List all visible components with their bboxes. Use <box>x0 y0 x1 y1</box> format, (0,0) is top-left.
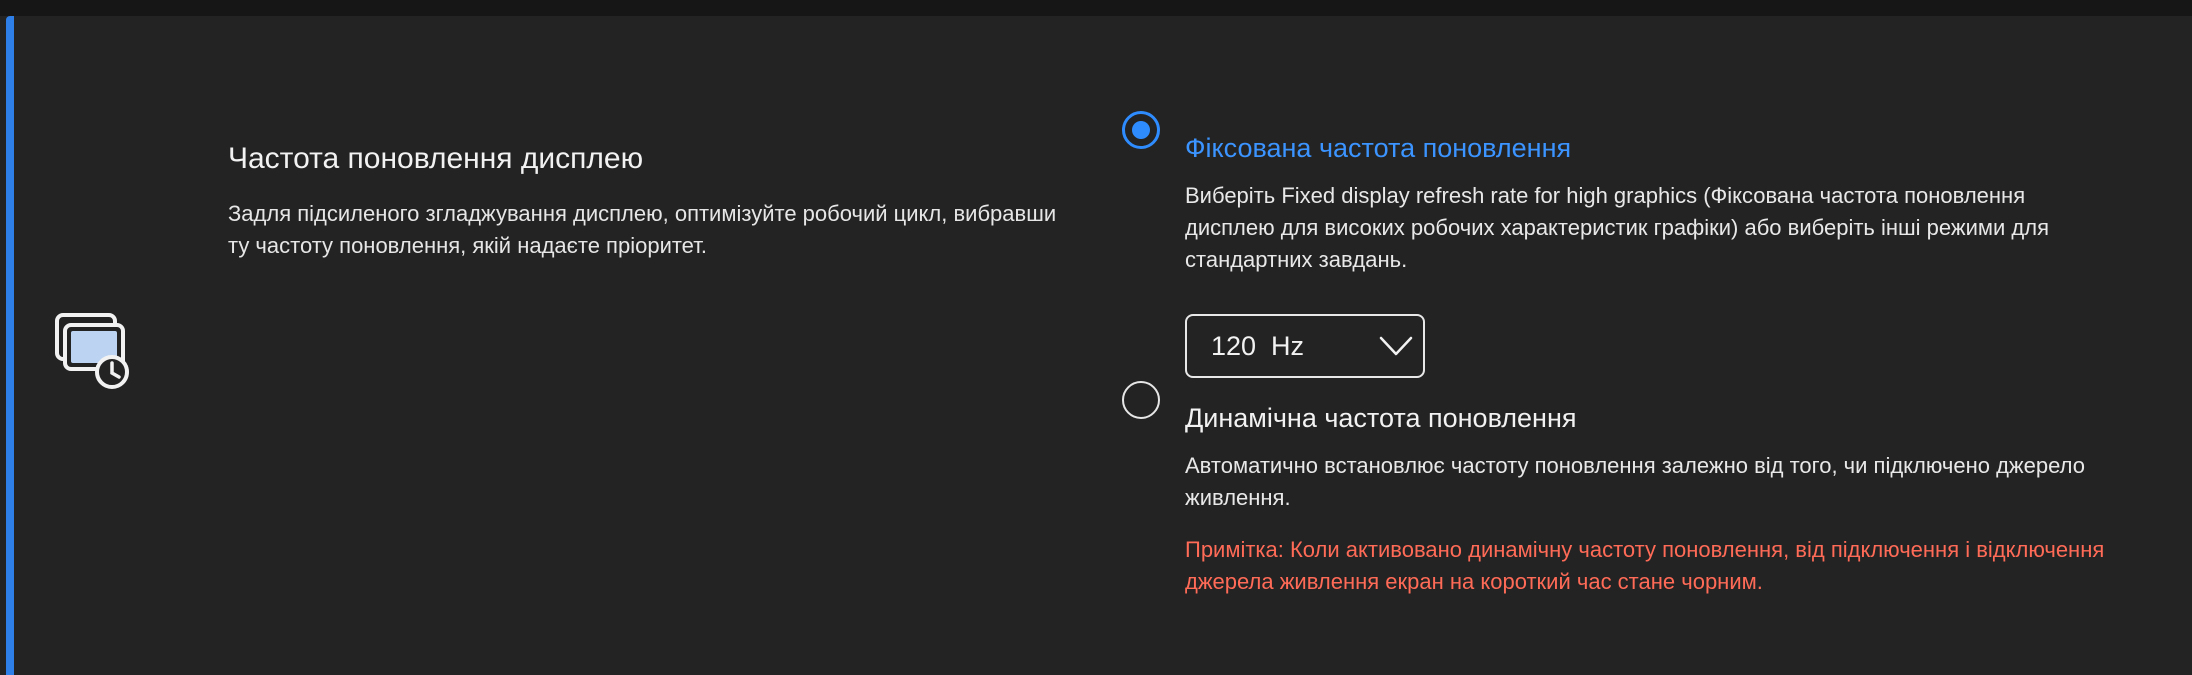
section-description: Задля підсиленого згладжування дисплею, … <box>228 201 1057 258</box>
dynamic-refresh-rate-label[interactable]: Динамічна частота поновлення <box>1185 403 1577 434</box>
dynamic-refresh-rate-note: Примітка: Коли активовано динамічну част… <box>1185 537 2105 594</box>
refresh-rate-dropdown-value: 120 Hz <box>1211 331 1305 361</box>
fixed-refresh-rate-description: Виберіть Fixed display refresh rate for … <box>1185 183 2050 272</box>
display-refresh-clock-icon <box>54 312 134 392</box>
chevron-down-icon <box>1379 334 1413 358</box>
fixed-refresh-rate-radio[interactable] <box>1122 111 1160 149</box>
dynamic-refresh-rate-description: Автоматично встановлює частоту поновленн… <box>1185 453 2085 510</box>
accent-bar <box>6 16 14 675</box>
dynamic-refresh-rate-radio[interactable] <box>1122 381 1160 419</box>
refresh-rate-panel: Частота поновлення дисплею Задля підсиле… <box>0 16 2192 675</box>
refresh-rate-dropdown[interactable]: 120 Hz <box>1185 314 1425 378</box>
section-title: Частота поновлення дисплею <box>228 142 644 175</box>
fixed-refresh-rate-label[interactable]: Фіксована частота поновлення <box>1185 133 1571 164</box>
